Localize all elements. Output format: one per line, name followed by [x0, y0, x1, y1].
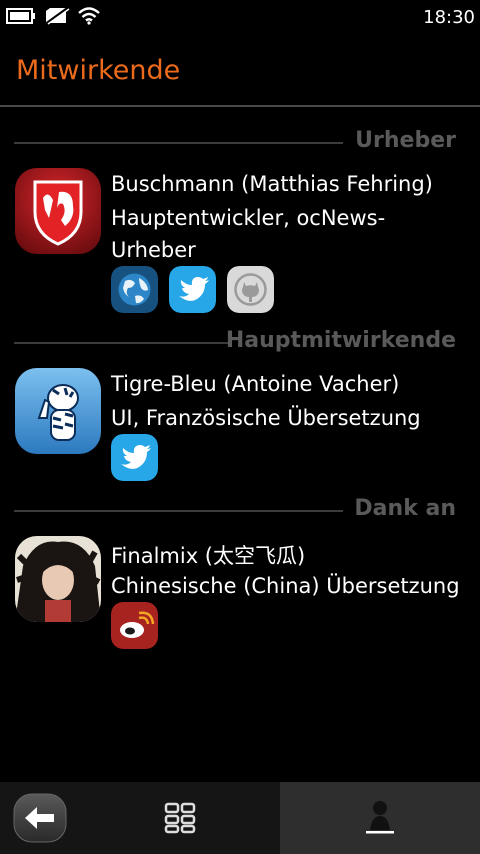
section-header-dank-an: Dank an	[0, 496, 480, 526]
bottom-toolbar	[0, 782, 480, 854]
section-divider	[14, 510, 343, 512]
status-bar: 18:30	[0, 0, 480, 34]
avatar	[15, 168, 101, 254]
section-label: Dank an	[354, 496, 456, 521]
contributor-role-line: Chinesische (China) Übersetzung	[111, 574, 460, 598]
section-label: Urheber	[355, 128, 456, 153]
contributor-name: Buschmann (Matthias Fehring)	[111, 172, 433, 196]
section-divider	[14, 342, 229, 344]
weibo-icon[interactable]	[111, 602, 158, 649]
no-sim-icon	[45, 7, 70, 25]
status-time: 18:30	[423, 7, 475, 28]
back-arrow-icon	[13, 793, 67, 843]
twitter-icon[interactable]	[169, 266, 216, 313]
globe-icon[interactable]	[111, 266, 158, 313]
avatar	[15, 368, 101, 454]
contributor-name: Finalmix (太空飞瓜)	[111, 544, 306, 568]
section-header-hauptmitwirkende: Hauptmitwirkende	[0, 328, 480, 358]
wifi-icon	[78, 7, 100, 25]
app-grid-button[interactable]	[164, 802, 196, 838]
contributor-role-line: Hauptentwickler, ocNews-	[111, 206, 386, 230]
app-grid-icon	[164, 802, 196, 834]
contributor-name: Tigre-Bleu (Antoine Vacher)	[111, 372, 400, 396]
contributor-role-line: Urheber	[111, 238, 196, 262]
header-divider	[0, 105, 480, 107]
section-header-urheber: Urheber	[0, 128, 480, 158]
contributors-tab-button[interactable]	[364, 798, 396, 840]
page-title: Mitwirkende	[16, 55, 181, 86]
battery-icon	[6, 8, 35, 24]
github-icon[interactable]	[227, 266, 274, 313]
twitter-icon[interactable]	[111, 434, 158, 481]
avatar	[15, 536, 101, 622]
back-button[interactable]	[13, 793, 67, 847]
section-label: Hauptmitwirkende	[225, 328, 456, 353]
section-divider	[14, 142, 343, 144]
contributor-role-line: UI, Französische Übersetzung	[111, 406, 421, 430]
contributors-icon	[366, 801, 394, 834]
